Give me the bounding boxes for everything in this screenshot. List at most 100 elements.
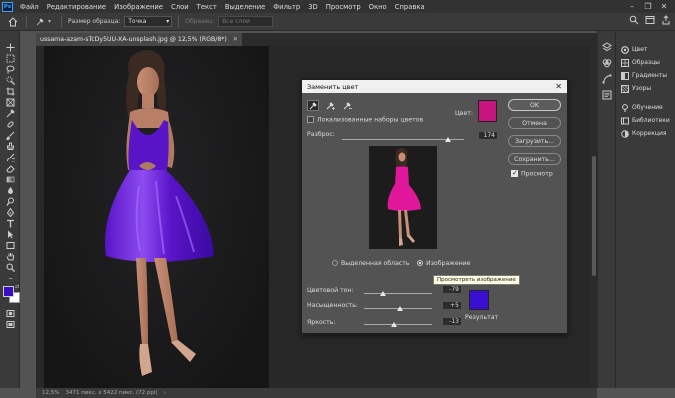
eyedropper-plus-icon[interactable]	[324, 100, 336, 111]
photoshop-logo[interactable]: Ps	[2, 1, 13, 12]
move-tool-icon[interactable]	[0, 42, 20, 53]
eyedropper-minus-icon[interactable]	[341, 100, 353, 111]
panel-libraries[interactable]: Библиотеки	[616, 114, 675, 127]
sample-size-select[interactable]: Точка ▾	[124, 16, 173, 27]
preview-checkbox[interactable]	[511, 169, 518, 177]
tool-preset-chevron-icon[interactable]: ▾	[48, 18, 51, 25]
menu-help[interactable]: Справка	[391, 3, 429, 11]
menu-image[interactable]: Изображение	[110, 3, 167, 11]
channels-icon[interactable]	[598, 55, 616, 71]
properties-icon[interactable]	[598, 87, 616, 103]
fuzziness-field[interactable]: 174	[478, 131, 498, 140]
paths-icon[interactable]	[598, 71, 616, 87]
saturation-slider-thumb[interactable]	[396, 306, 403, 311]
foreground-color-swatch[interactable]	[3, 286, 14, 297]
panel-swatches-label: Образцы	[632, 59, 660, 66]
cancel-button[interactable]: Отмена	[508, 117, 561, 129]
menu-select[interactable]: Выделение	[221, 3, 269, 11]
fuzziness-slider-thumb[interactable]	[445, 137, 452, 142]
document-info[interactable]: 3471 пикс. x 5422 пикс. (72 ppi)	[65, 390, 157, 396]
type-tool-icon[interactable]	[0, 218, 20, 229]
lightness-slider-thumb[interactable]	[390, 322, 397, 327]
panel-swatches[interactable]: Образцы	[616, 56, 675, 69]
localized-clusters-row[interactable]: Локализованные наборы цветов	[307, 116, 423, 124]
eyedropper-icon[interactable]	[0, 108, 20, 119]
menu-filter[interactable]: Фильтр	[269, 3, 304, 11]
menu-3d[interactable]: 3D	[304, 3, 322, 11]
menu-type[interactable]: Текст	[193, 3, 221, 11]
preview-row[interactable]: Просмотр	[511, 169, 553, 178]
dodge-tool-icon[interactable]	[0, 196, 20, 207]
eyedropper-tool-icon[interactable]	[33, 15, 47, 29]
localized-clusters-checkbox[interactable]	[307, 116, 314, 123]
scrollbar-thumb[interactable]	[592, 156, 596, 276]
document-tab[interactable]: ussama-azam-sTcDy5UU-XA-unsplash.jpg @ 1…	[36, 33, 242, 46]
blur-tool-icon[interactable]	[0, 185, 20, 196]
image-radio[interactable]	[417, 260, 423, 266]
hue-slider-thumb[interactable]	[380, 291, 387, 296]
share-icon[interactable]	[661, 15, 671, 27]
panel-learn[interactable]: Обучение	[616, 101, 675, 114]
lasso-tool-icon[interactable]	[0, 64, 20, 75]
quick-select-tool-icon[interactable]	[0, 75, 20, 86]
dialog-title-bar[interactable]: Заменить цвет ✕	[302, 80, 567, 93]
samples-select[interactable]: Все слои	[218, 16, 274, 27]
rectangle-tool-icon[interactable]	[0, 240, 20, 251]
zoom-tool-icon[interactable]	[0, 262, 20, 273]
saturation-field[interactable]: +5	[442, 301, 462, 310]
dialog-close-icon[interactable]: ✕	[555, 80, 562, 93]
menu-window[interactable]: Окно	[365, 3, 391, 11]
panel-adjustments[interactable]: Коррекция	[616, 127, 675, 140]
eraser-tool-icon[interactable]	[0, 163, 20, 174]
healing-brush-icon[interactable]	[0, 119, 20, 130]
pen-tool-icon[interactable]	[0, 207, 20, 218]
eyedropper-icon[interactable]	[307, 100, 319, 111]
screen-mode-icon[interactable]	[0, 319, 20, 330]
selection-radio[interactable]	[332, 260, 338, 266]
quick-mask-icon[interactable]	[0, 308, 20, 319]
brush-tool-icon[interactable]	[0, 130, 20, 141]
stamp-tool-icon[interactable]	[0, 141, 20, 152]
restore-icon[interactable]: ❐	[640, 0, 656, 13]
result-color-swatch[interactable]	[469, 290, 489, 310]
layers-icon[interactable]	[598, 39, 616, 55]
panel-gradients[interactable]: Градиенты	[616, 69, 675, 82]
home-icon[interactable]	[6, 15, 20, 29]
document-photo[interactable]	[44, 46, 269, 388]
image-radio-row[interactable]: Изображение	[417, 260, 471, 267]
minimize-icon[interactable]: –	[624, 0, 640, 13]
close-icon[interactable]: ✕	[656, 0, 672, 13]
panel-patterns[interactable]: Узоры	[616, 82, 675, 95]
swap-colors-icon[interactable]: ⇄	[15, 284, 19, 290]
panel-adjustments-label: Коррекция	[632, 130, 667, 137]
save-button[interactable]: Сохранить...	[508, 153, 561, 165]
hue-slider[interactable]	[364, 293, 432, 294]
load-button[interactable]: Загрузить...	[508, 135, 561, 147]
close-tab-icon[interactable]: ✕	[233, 36, 238, 43]
panel-color[interactable]: Цвет	[616, 43, 675, 56]
crop-tool-icon[interactable]	[0, 86, 20, 97]
status-arrow-icon[interactable]: ›	[164, 390, 166, 396]
hand-tool-icon[interactable]	[0, 251, 20, 262]
hue-field[interactable]: -79	[442, 285, 462, 294]
frame-tool-icon[interactable]	[0, 97, 20, 108]
history-brush-icon[interactable]	[0, 152, 20, 163]
menu-file[interactable]: Файл	[16, 3, 43, 11]
path-select-tool-icon[interactable]	[0, 229, 20, 240]
lightness-slider[interactable]	[364, 324, 432, 325]
menu-view[interactable]: Просмотр	[322, 3, 365, 11]
selection-label: Выделенная область	[341, 260, 410, 267]
more-tools-icon[interactable]: ···	[0, 273, 20, 284]
selection-radio-row[interactable]: Выделенная область	[332, 260, 410, 267]
gradient-tool-icon[interactable]	[0, 174, 20, 185]
ok-button[interactable]: OK	[508, 99, 561, 111]
menu-layers[interactable]: Слои	[167, 3, 193, 11]
menu-edit[interactable]: Редактирование	[43, 3, 110, 11]
lightness-field[interactable]: -13	[442, 317, 462, 326]
zoom-level[interactable]: 12,5%	[42, 390, 59, 396]
panel-icon-column	[597, 31, 615, 388]
search-icon[interactable]	[629, 15, 639, 27]
workspace-icon[interactable]	[645, 15, 655, 27]
marquee-tool-icon[interactable]	[0, 53, 20, 64]
sample-color-swatch[interactable]	[478, 100, 497, 122]
